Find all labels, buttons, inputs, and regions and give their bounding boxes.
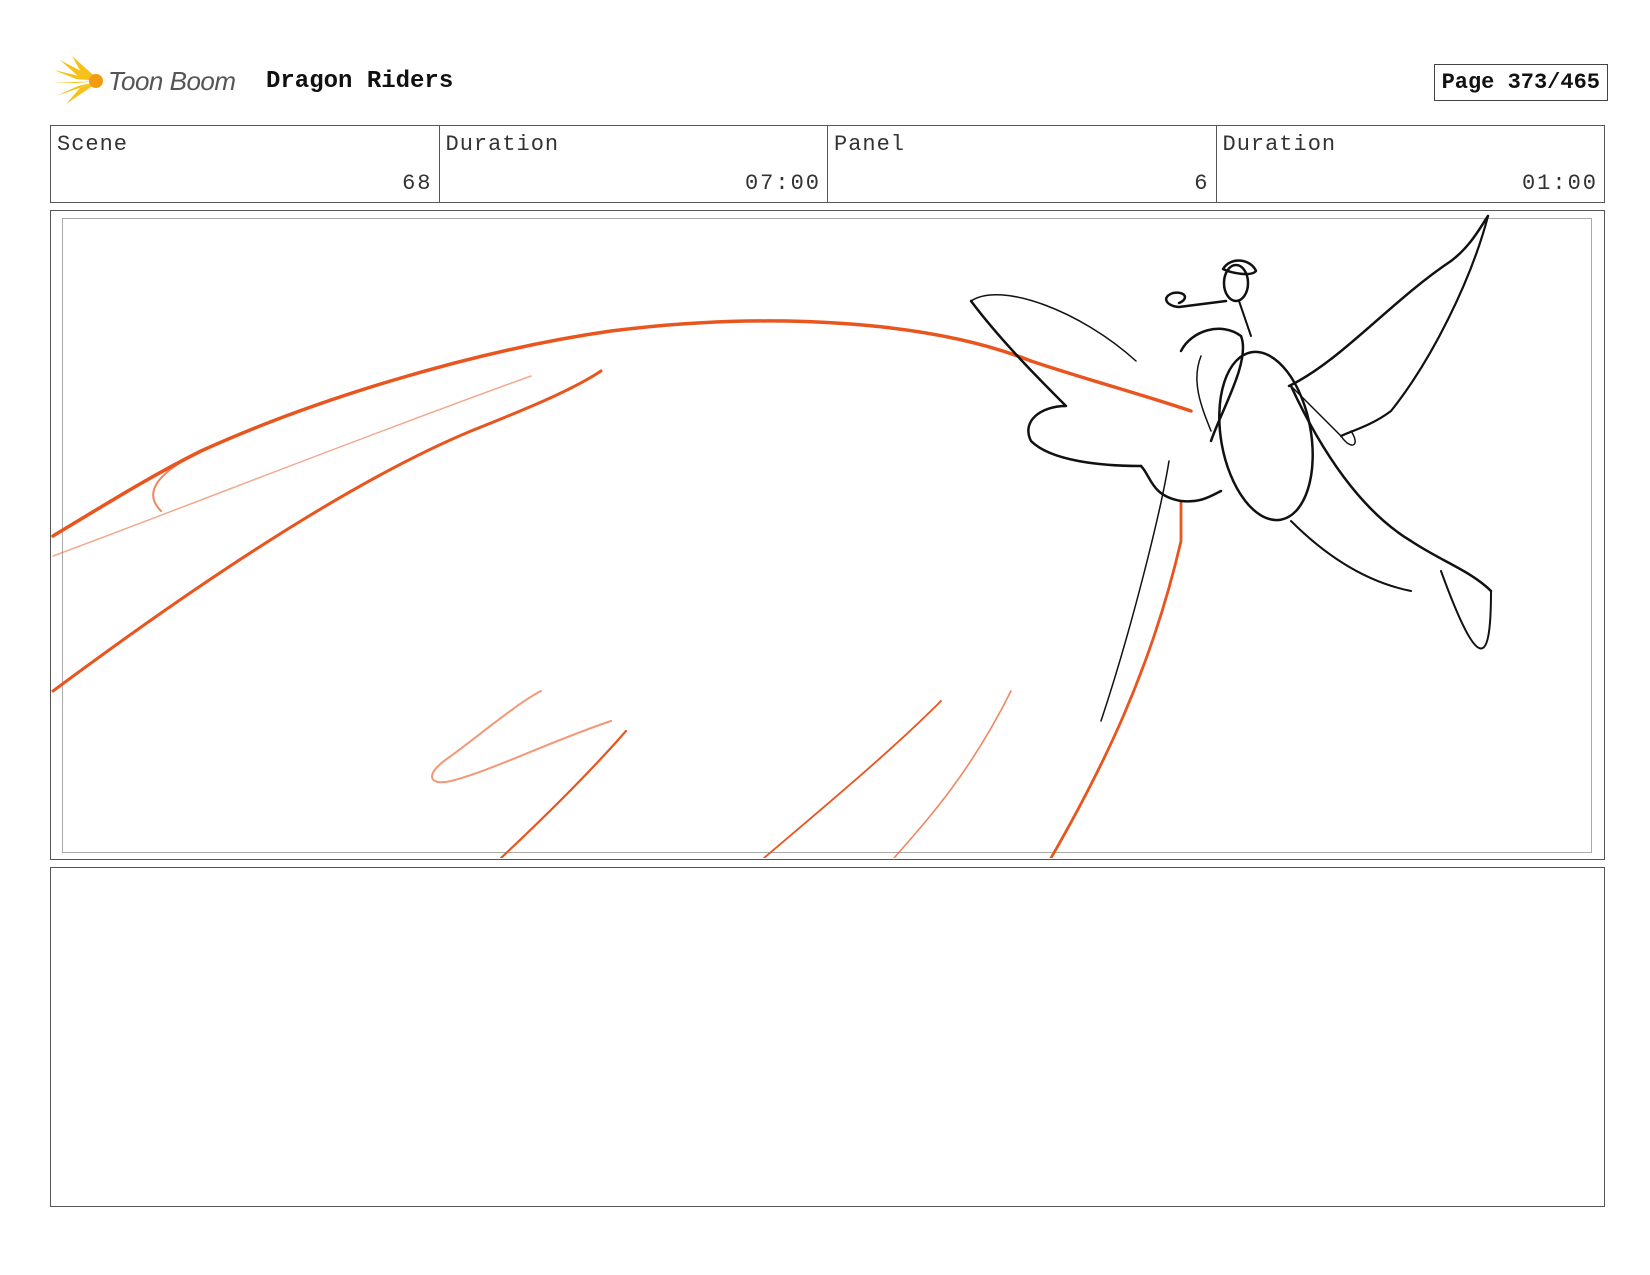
panel-notes-area[interactable] (50, 867, 1605, 1207)
panel-sketch (51, 214, 1493, 858)
toon-boom-logo: Toon Boom (52, 56, 252, 106)
panel-duration-label: Duration (1222, 132, 1337, 157)
scene-duration-label: Duration (445, 132, 560, 157)
scene-duration-value: 07:00 (744, 171, 821, 196)
panel-label: Panel (834, 132, 906, 157)
starburst-logo-icon (52, 56, 103, 104)
scene-duration-cell: Duration 07:00 (440, 126, 828, 202)
panel-cell: Panel 6 (828, 126, 1217, 202)
page-header: Toon Boom Dragon Riders Page 373/465 (52, 56, 1608, 106)
project-title: Dragon Riders (266, 68, 454, 95)
page-indicator: Page 373/465 (1433, 64, 1608, 101)
scene-label: Scene (57, 132, 129, 157)
storyboard-panel (50, 210, 1605, 860)
panel-duration-value: 01:00 (1521, 171, 1598, 196)
scene-value: 68 (402, 171, 433, 196)
logo-text: Toon Boom (108, 66, 236, 96)
panel-duration-cell: Duration 01:00 (1217, 126, 1605, 202)
scene-info-row: Scene 68 Duration 07:00 Panel 6 Duration… (50, 125, 1605, 203)
panel-value: 6 (1194, 171, 1210, 196)
scene-cell: Scene 68 (51, 126, 440, 202)
dragon-rider-sketch (969, 214, 1493, 722)
fire-trail-strokes (51, 319, 1193, 858)
